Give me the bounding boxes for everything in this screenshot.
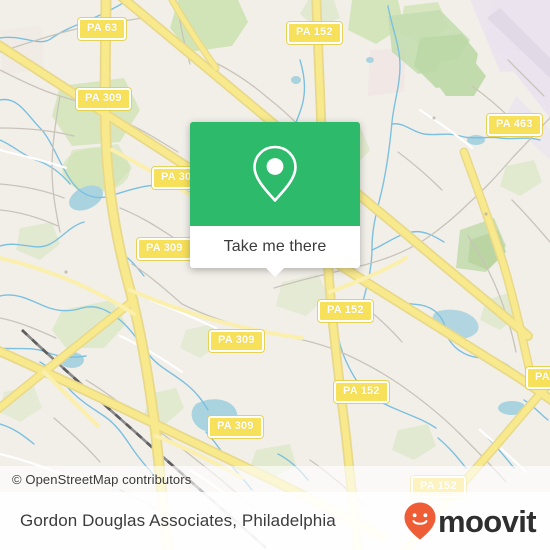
- popup-pointer-tail: [264, 266, 286, 277]
- osm-attribution-text[interactable]: © OpenStreetMap contributors: [0, 472, 191, 487]
- highway-shield[interactable]: PA 152: [318, 300, 373, 322]
- place-name-label: Gordon Douglas Associates, Philadelphia: [20, 511, 336, 530]
- highway-shield[interactable]: PA 6: [526, 367, 550, 389]
- moovit-smiley-pin-icon: [404, 502, 436, 540]
- highway-shield[interactable]: PA 152: [287, 22, 342, 44]
- moovit-wordmark: moovit: [437, 503, 537, 539]
- osm-attribution-bar: © OpenStreetMap contributors: [0, 466, 550, 492]
- highway-shield[interactable]: PA 309: [209, 330, 264, 352]
- bottom-info-bar: Gordon Douglas Associates, Philadelphia …: [0, 492, 550, 550]
- highway-shield[interactable]: PA 309: [76, 88, 131, 110]
- take-me-there-label: Take me there: [223, 238, 327, 255]
- highway-shield[interactable]: PA 152: [334, 381, 389, 403]
- map-pin-icon: [253, 145, 297, 202]
- highway-shield[interactable]: PA 463: [487, 114, 542, 136]
- popup-image-panel: [190, 122, 360, 226]
- location-popup-card[interactable]: Take me there: [190, 122, 360, 268]
- moovit-logo[interactable]: moovit: [403, 501, 550, 541]
- highway-shield[interactable]: PA 63: [78, 18, 127, 40]
- map-screenshot-root: PA 63 PA 152 PA 309 PA 463 PA 309 PA 309…: [0, 0, 550, 550]
- highway-shield[interactable]: PA 309: [137, 238, 192, 260]
- highway-shield[interactable]: PA 309: [208, 416, 263, 438]
- popup-cta-bar[interactable]: Take me there: [190, 226, 360, 268]
